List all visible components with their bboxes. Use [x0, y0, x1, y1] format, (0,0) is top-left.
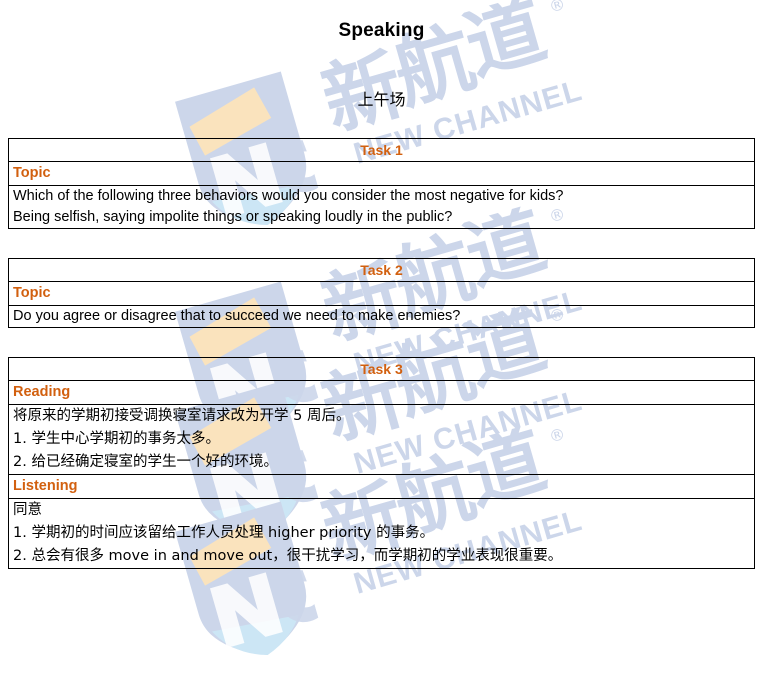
table-row: Task 1: [8, 138, 755, 162]
document-body: Speaking 上午场 Task 1 Topic Which of the f…: [0, 0, 763, 586]
task-3-reading-line-1: 将原来的学期初接受调换寝室请求改为开学 5 周后。: [13, 408, 351, 424]
table-row: Topic: [8, 281, 755, 306]
task-3-listening-body: 同意 1. 学期初的时间应该留给工作人员处理 higher priority 的…: [8, 498, 755, 569]
task-2-topic-body: Do you agree or disagree that to succeed…: [8, 305, 755, 328]
task-1-topic-body: Which of the following three behaviors w…: [8, 185, 755, 229]
task-1-topic-label: Topic: [8, 161, 755, 186]
task-3-reading-body: 将原来的学期初接受调换寝室请求改为开学 5 周后。 1. 学生中心学期初的事务太…: [8, 404, 755, 475]
table-row: Do you agree or disagree that to succeed…: [8, 305, 755, 328]
task-2-table: Task 2 Topic Do you agree or disagree th…: [8, 258, 755, 328]
task-3-listening-label: Listening: [8, 474, 755, 499]
task-1-table: Task 1 Topic Which of the following thre…: [8, 138, 755, 229]
task-2-topic-label: Topic: [8, 281, 755, 306]
task-2-header: Task 2: [8, 258, 755, 282]
task-3-listening-line-2: 1. 学期初的时间应该留给工作人员处理 higher priority 的事务。: [13, 525, 435, 541]
table-row: Task 2: [8, 258, 755, 282]
table-row: Which of the following three behaviors w…: [8, 185, 755, 229]
table-row: Task 3: [8, 357, 755, 381]
task-3-reading-label: Reading: [8, 380, 755, 405]
page-title: Speaking: [338, 20, 425, 41]
table-row: 将原来的学期初接受调换寝室请求改为开学 5 周后。 1. 学生中心学期初的事务太…: [8, 404, 755, 475]
task-3-listening-line-3: 2. 总会有很多 move in and move out，很干扰学习，而学期初…: [13, 548, 563, 564]
task-1-topic-line-2: Being selfish, saying impolite things or…: [13, 209, 453, 225]
task-3-reading-line-3: 2. 给已经确定寝室的学生一个好的环境。: [13, 454, 278, 470]
task-3-reading-line-2: 1. 学生中心学期初的事务太多。: [13, 431, 220, 447]
table-row: Reading: [8, 380, 755, 405]
table-row: 同意 1. 学期初的时间应该留给工作人员处理 higher priority 的…: [8, 498, 755, 569]
task-3-header: Task 3: [8, 357, 755, 381]
table-row: Topic: [8, 161, 755, 186]
task-1-header: Task 1: [8, 138, 755, 162]
task-3-listening-line-1: 同意: [13, 502, 42, 518]
table-row: Listening: [8, 474, 755, 499]
task-3-table: Task 3 Reading 将原来的学期初接受调换寝室请求改为开学 5 周后。…: [8, 357, 755, 569]
task-2-topic-line-1: Do you agree or disagree that to succeed…: [13, 308, 461, 324]
task-1-topic-line-1: Which of the following three behaviors w…: [13, 188, 564, 204]
session-label: 上午场: [357, 90, 406, 109]
